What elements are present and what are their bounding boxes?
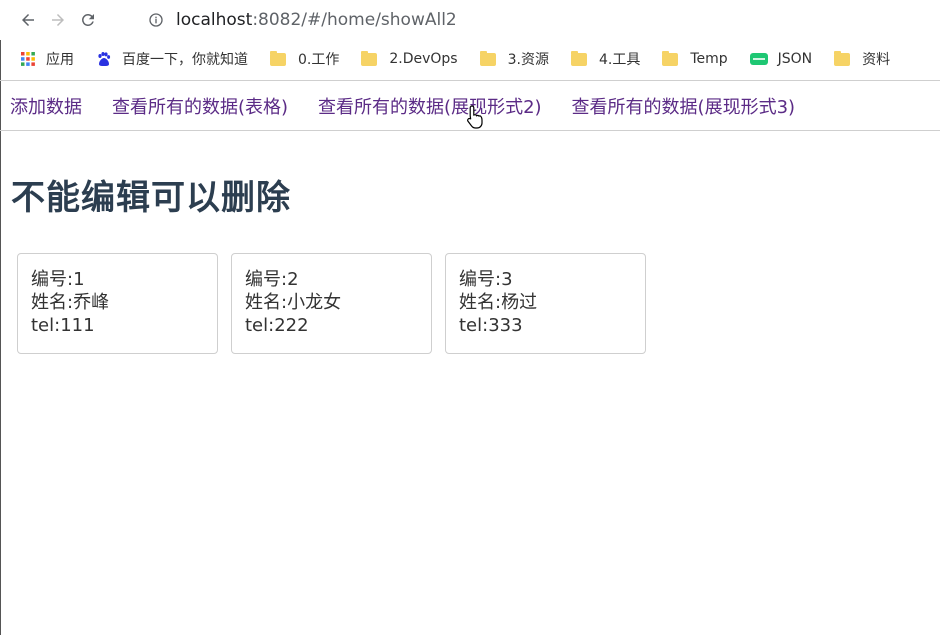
bookmark-label: 3.资源 — [507, 52, 549, 68]
address-bar[interactable]: localhost:8082/#/home/showAll2 — [148, 8, 457, 32]
url-path: :8082/#/home/showAll2 — [252, 10, 457, 30]
bookmark-folder-resources[interactable]: 3.资源 — [479, 44, 549, 74]
bookmark-apps[interactable]: 应用 — [20, 44, 74, 74]
card-id: 编号:2 — [245, 269, 299, 290]
bookmark-json[interactable]: JSON — [749, 44, 813, 74]
folder-icon — [834, 50, 851, 66]
record-card[interactable]: 编号:2 姓名:小龙女 tel:222 — [231, 253, 432, 354]
bookmark-label: Temp — [690, 51, 728, 67]
folder-icon — [662, 50, 679, 66]
record-card[interactable]: 编号:3 姓名:杨过 tel:333 — [445, 253, 646, 354]
back-button[interactable] — [18, 10, 38, 30]
forward-arrow-icon — [52, 14, 64, 26]
hand-cursor-icon — [467, 105, 483, 129]
card-name: 姓名:杨过 — [459, 292, 538, 313]
info-icon[interactable] — [148, 12, 164, 28]
bookmark-label: 0.工作 — [298, 52, 340, 68]
json-icon — [749, 53, 768, 65]
nav-link-view-style3[interactable]: 查看所有的数据(展现形式3) — [572, 93, 796, 119]
bookmark-folder-temp[interactable]: Temp — [662, 44, 728, 74]
record-card[interactable]: 编号:1 姓名:乔峰 tel:111 — [17, 253, 218, 354]
bookmark-label: JSON — [777, 51, 813, 67]
card-tel: tel:333 — [459, 315, 523, 336]
chrome-divider — [0, 80, 940, 81]
card-name: 姓名:乔峰 — [31, 292, 110, 313]
bookmark-folder-devops[interactable]: 2.DevOps — [361, 44, 458, 74]
bookmark-label: 应用 — [46, 52, 74, 68]
folder-icon — [270, 50, 286, 66]
bookmark-folder-tools[interactable]: 4.工具 — [570, 44, 641, 74]
bookmarks-bar: 应用 百度一下，你就知道 0.工作 2.DevOps 3.资源 4.工具 Tem… — [0, 44, 940, 74]
bookmark-label: 百度一下，你就知道 — [122, 52, 248, 68]
page-title: 不能编辑可以删除 — [11, 178, 291, 218]
card-tel: tel:222 — [245, 315, 309, 336]
folder-icon — [570, 50, 587, 66]
card-name: 姓名:小龙女 — [245, 292, 342, 313]
bookmark-folder-materials[interactable]: 资料 — [834, 44, 890, 74]
nav-link-view-table[interactable]: 查看所有的数据(表格) — [112, 93, 288, 119]
back-arrow-icon — [22, 14, 34, 26]
app-nav: 添加数据 查看所有的数据(表格) 查看所有的数据(展现形式2) 查看所有的数据(… — [10, 92, 825, 120]
folder-icon — [361, 50, 378, 66]
reload-icon — [82, 13, 94, 26]
apps-grid-icon — [21, 52, 35, 66]
browser-toolbar — [0, 0, 940, 40]
baidu-icon — [98, 52, 111, 66]
nav-link-add-data[interactable]: 添加数据 — [10, 93, 82, 119]
folder-icon — [479, 50, 496, 66]
bookmark-folder-work[interactable]: 0.工作 — [270, 44, 339, 74]
url-host: localhost — [176, 10, 253, 30]
card-list: 编号:1 姓名:乔峰 tel:111 编号:2 姓名:小龙女 tel:222 编… — [17, 253, 659, 354]
window-edge — [0, 0, 1, 635]
forward-button[interactable] — [48, 10, 68, 30]
reload-button[interactable] — [78, 10, 98, 30]
bookmark-label: 4.工具 — [598, 52, 641, 68]
nav-link-view-style2[interactable]: 查看所有的数据(展现形式2) — [318, 93, 542, 119]
card-id: 编号:3 — [459, 269, 513, 290]
bookmark-baidu[interactable]: 百度一下，你就知道 — [96, 44, 248, 74]
card-tel: tel:111 — [31, 315, 95, 336]
bookmark-label: 资料 — [862, 52, 891, 68]
nav-divider — [0, 130, 940, 131]
card-id: 编号:1 — [31, 269, 85, 290]
bookmark-label: 2.DevOps — [389, 51, 458, 67]
